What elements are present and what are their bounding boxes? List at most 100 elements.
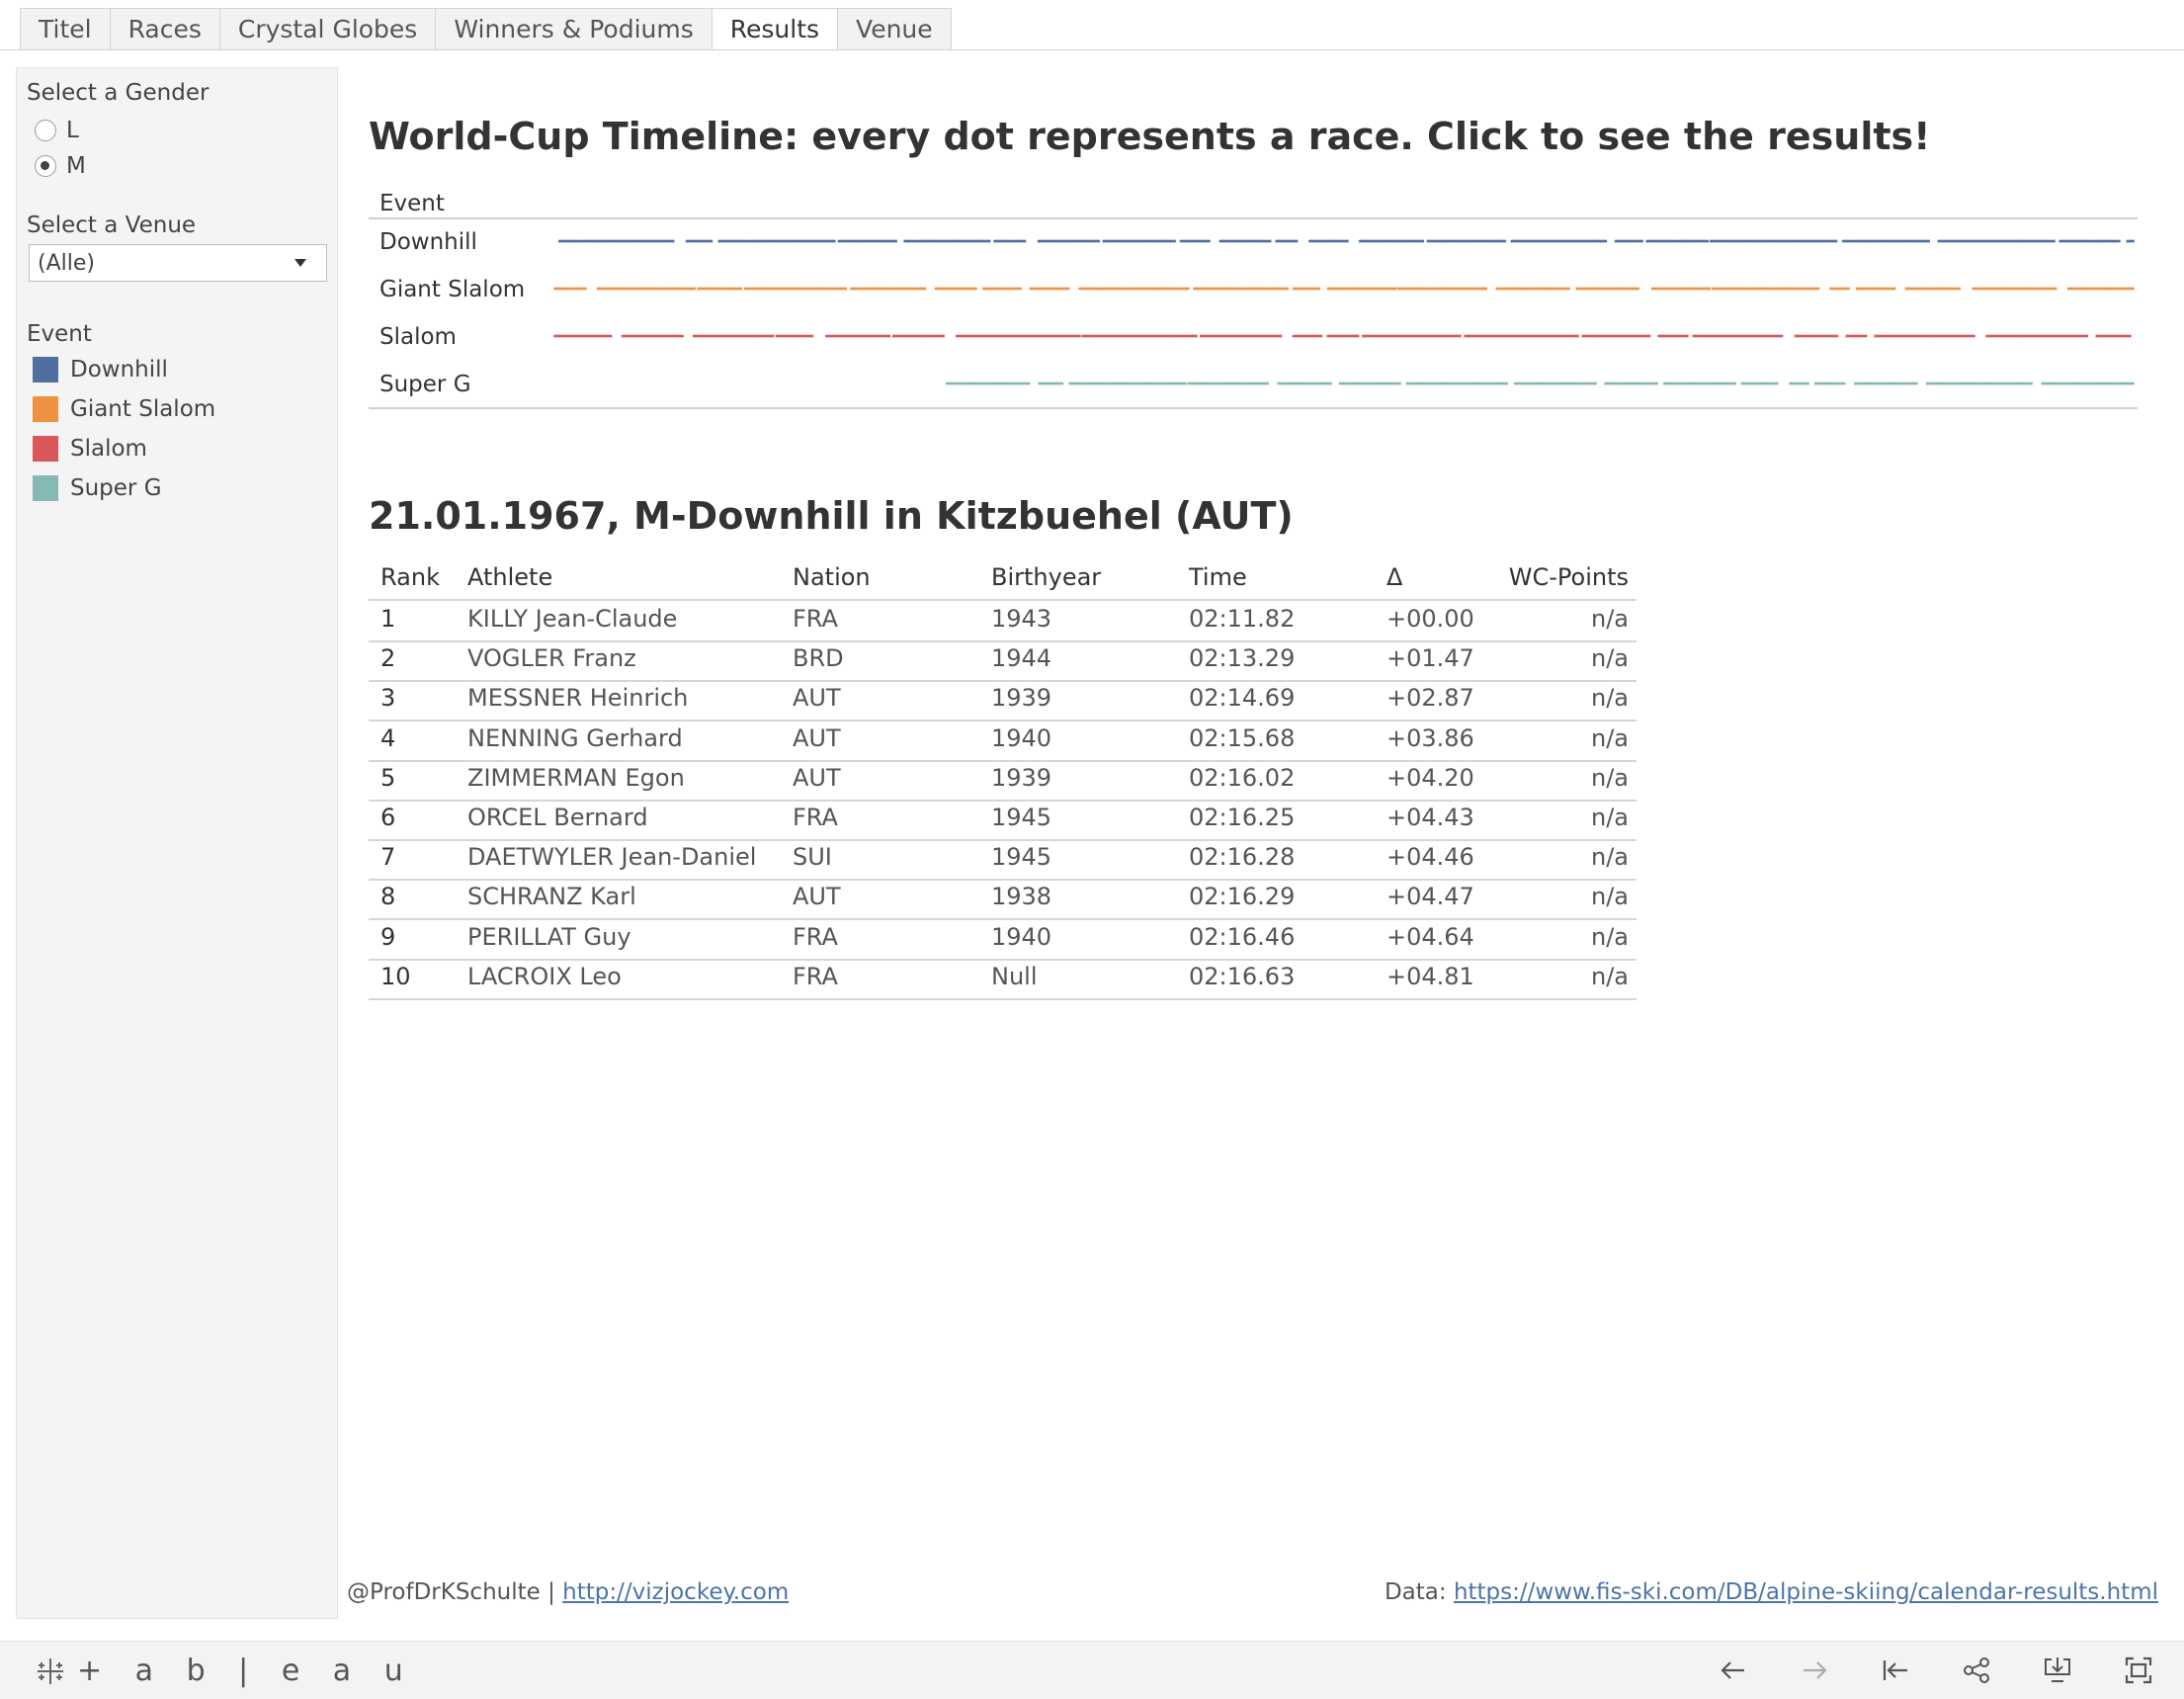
timeline-row-giant-slalom[interactable] bbox=[553, 287, 2135, 291]
gender-option-m[interactable]: M bbox=[35, 153, 86, 179]
legend-item-slalom[interactable]: Slalom bbox=[33, 436, 147, 462]
race-dot-group[interactable] bbox=[1338, 382, 1402, 385]
data-source-link[interactable]: https://www.fis-ski.com/DB/alpine-skiing… bbox=[1454, 1579, 2158, 1605]
race-dot-group[interactable] bbox=[902, 239, 991, 243]
race-dot-group[interactable] bbox=[557, 239, 675, 243]
timeline-row-downhill[interactable] bbox=[557, 239, 2135, 243]
race-dot-group[interactable] bbox=[1740, 382, 1780, 385]
race-dot-group[interactable] bbox=[685, 239, 714, 243]
race-dot-group[interactable] bbox=[1426, 239, 1507, 243]
race-dot-group[interactable] bbox=[2066, 287, 2135, 291]
tab-crystal-globes[interactable]: Crystal Globes bbox=[218, 8, 436, 50]
race-dot-group[interactable] bbox=[1937, 239, 2057, 243]
race-dot-group[interactable] bbox=[1326, 287, 1397, 291]
race-dot-group[interactable] bbox=[1495, 287, 1571, 291]
race-dot-group[interactable] bbox=[1102, 239, 1177, 243]
back-arrow-icon[interactable] bbox=[1718, 1655, 1749, 1686]
race-dot-group[interactable] bbox=[1218, 239, 1273, 243]
race-dot-group[interactable] bbox=[1358, 239, 1425, 243]
race-dot-group[interactable] bbox=[1463, 334, 1580, 338]
race-dot-group[interactable] bbox=[1307, 239, 1350, 243]
venue-dropdown[interactable]: (Alle) bbox=[29, 244, 327, 282]
timeline-dot-strip[interactable] bbox=[553, 223, 2135, 397]
download-icon[interactable] bbox=[2042, 1655, 2073, 1686]
race-dot-group[interactable] bbox=[1396, 287, 1488, 291]
timeline-row-super-g[interactable] bbox=[945, 382, 2135, 385]
race-dot-group[interactable] bbox=[775, 334, 814, 338]
race-dot-group[interactable] bbox=[1581, 334, 1651, 338]
race-dot-group[interactable] bbox=[1709, 239, 1838, 243]
race-dot-group[interactable] bbox=[696, 287, 743, 291]
race-dot-group[interactable] bbox=[1984, 334, 2089, 338]
race-dot-group[interactable] bbox=[891, 334, 946, 338]
legend-item-super-g[interactable]: Super G bbox=[33, 475, 162, 501]
race-dot-group[interactable] bbox=[837, 239, 898, 243]
race-dot-group[interactable] bbox=[955, 334, 1082, 338]
share-icon[interactable] bbox=[1961, 1655, 1992, 1686]
chevron-down-icon[interactable] bbox=[294, 259, 306, 267]
fullscreen-icon[interactable] bbox=[2123, 1655, 2154, 1686]
race-dot-group[interactable] bbox=[2041, 382, 2135, 385]
legend-item-giant-slalom[interactable]: Giant Slalom bbox=[33, 396, 215, 422]
forward-arrow-icon[interactable] bbox=[1799, 1655, 1830, 1686]
timeline-row-slalom[interactable] bbox=[553, 334, 2133, 338]
race-dot-group[interactable] bbox=[1614, 239, 1644, 243]
radio-unchecked-icon[interactable] bbox=[35, 120, 56, 141]
race-dot-group[interactable] bbox=[553, 287, 588, 291]
race-dot-group[interactable] bbox=[1845, 334, 1868, 338]
race-dot-group[interactable] bbox=[945, 382, 1031, 385]
race-dot-group[interactable] bbox=[2058, 239, 2122, 243]
race-dot-group[interactable] bbox=[849, 287, 927, 291]
race-dot-group[interactable] bbox=[1077, 287, 1191, 291]
legend-item-downhill[interactable]: Downhill bbox=[33, 357, 168, 382]
tab-titel[interactable]: Titel bbox=[20, 8, 110, 50]
race-dot-group[interactable] bbox=[1067, 382, 1188, 385]
race-dot-group[interactable] bbox=[1603, 382, 1659, 385]
race-dot-group[interactable] bbox=[934, 287, 978, 291]
race-dot-group[interactable] bbox=[1037, 239, 1101, 243]
race-dot-group[interactable] bbox=[743, 287, 848, 291]
race-dot-group[interactable] bbox=[1405, 382, 1509, 385]
race-dot-group[interactable] bbox=[1692, 334, 1784, 338]
race-dot-group[interactable] bbox=[1972, 287, 2058, 291]
race-dot-group[interactable] bbox=[2095, 334, 2133, 338]
tab-races[interactable]: Races bbox=[109, 8, 219, 50]
race-dot-group[interactable] bbox=[1662, 382, 1737, 385]
race-dot-group[interactable] bbox=[1904, 287, 1962, 291]
race-dot-group[interactable] bbox=[1841, 239, 1931, 243]
race-dot-group[interactable] bbox=[716, 239, 837, 243]
race-dot-group[interactable] bbox=[1874, 334, 1976, 338]
race-dot-group[interactable] bbox=[1080, 334, 1199, 338]
race-dot-group[interactable] bbox=[1855, 287, 1896, 291]
race-dot-group[interactable] bbox=[1029, 287, 1070, 291]
race-dot-group[interactable] bbox=[1199, 334, 1283, 338]
gender-option-l[interactable]: L bbox=[35, 118, 79, 143]
race-dot-group[interactable] bbox=[1274, 239, 1299, 243]
race-dot-group[interactable] bbox=[992, 239, 1027, 243]
tableau-logo[interactable]: + a b | e a u bbox=[34, 1654, 415, 1688]
race-dot-group[interactable] bbox=[1513, 382, 1598, 385]
tab-venue[interactable]: Venue bbox=[837, 8, 952, 50]
race-dot-group[interactable] bbox=[1179, 239, 1212, 243]
race-dot-group[interactable] bbox=[1794, 334, 1839, 338]
race-dot-group[interactable] bbox=[1325, 334, 1360, 338]
race-dot-group[interactable] bbox=[1711, 287, 1820, 291]
race-dot-group[interactable] bbox=[1186, 382, 1270, 385]
race-dot-group[interactable] bbox=[1656, 334, 1689, 338]
race-dot-group[interactable] bbox=[553, 334, 614, 338]
race-dot-group[interactable] bbox=[2126, 239, 2135, 243]
race-dot-group[interactable] bbox=[1853, 382, 1919, 385]
tab-results[interactable]: Results bbox=[711, 8, 838, 50]
race-dot-group[interactable] bbox=[1292, 334, 1323, 338]
race-dot-group[interactable] bbox=[692, 334, 775, 338]
race-dot-group[interactable] bbox=[1644, 239, 1710, 243]
race-dot-group[interactable] bbox=[1038, 382, 1064, 385]
race-dot-group[interactable] bbox=[1292, 287, 1321, 291]
race-dot-group[interactable] bbox=[596, 287, 697, 291]
race-dot-group[interactable] bbox=[1650, 287, 1712, 291]
race-dot-group[interactable] bbox=[981, 287, 1023, 291]
race-dot-group[interactable] bbox=[1925, 382, 2034, 385]
race-dot-group[interactable] bbox=[1510, 239, 1608, 243]
race-dot-group[interactable] bbox=[1788, 382, 1810, 385]
revert-icon[interactable] bbox=[1880, 1655, 1911, 1686]
